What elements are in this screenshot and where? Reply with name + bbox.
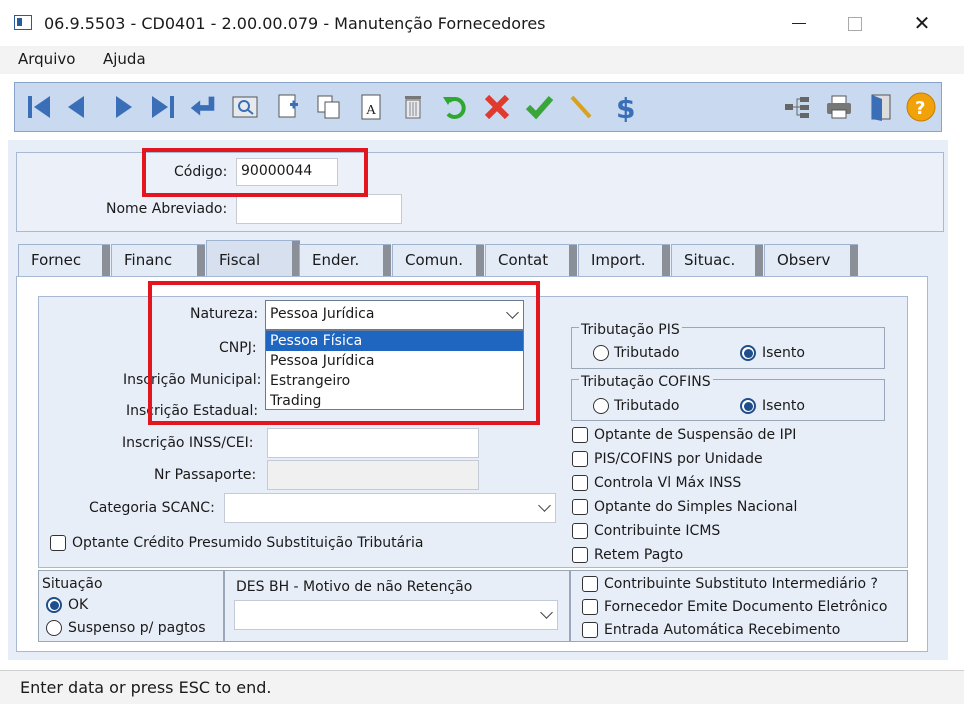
delete-icon[interactable] xyxy=(397,91,429,123)
simples-nacional-checkbox[interactable] xyxy=(572,499,588,515)
contribuinte-icms-label: Contribuinte ICMS xyxy=(594,523,721,539)
toolbar: A $ ? xyxy=(14,82,942,132)
entrada-automatica-checkbox[interactable] xyxy=(582,622,598,638)
pis-tributado-radio[interactable] xyxy=(593,345,609,361)
help-icon[interactable]: ? xyxy=(905,91,937,123)
situacao-suspenso-radio[interactable] xyxy=(46,620,62,636)
cofins-tributado-radio[interactable] xyxy=(593,398,609,414)
retem-pagto-checkbox[interactable] xyxy=(572,547,588,563)
pis-isento-label: Isento xyxy=(762,345,805,361)
simples-nacional-label: Optante do Simples Nacional xyxy=(594,499,798,515)
tributacao-cofins-title: Tributação COFINS xyxy=(579,374,713,390)
tab-financ[interactable]: Financ xyxy=(111,244,205,276)
nr-passaporte-field[interactable] xyxy=(267,460,479,490)
tree-icon[interactable] xyxy=(781,91,813,123)
substituto-intermediario-label: Contribuinte Substituto Intermediário ? xyxy=(604,576,878,592)
highlight-box-codigo xyxy=(142,148,368,197)
des-bh-select[interactable] xyxy=(234,600,558,630)
next-icon[interactable] xyxy=(107,91,139,123)
menu-ajuda[interactable]: Ajuda xyxy=(103,50,146,68)
edit-icon[interactable]: A xyxy=(355,91,387,123)
tab-contat[interactable]: Contat xyxy=(485,244,577,276)
emite-doc-eletronico-label: Fornecedor Emite Documento Eletrônico xyxy=(604,599,888,615)
controla-inss-checkbox[interactable] xyxy=(572,475,588,491)
highlight-box-natureza xyxy=(148,281,540,425)
chevron-down-icon xyxy=(538,499,551,512)
title-bar: 06.9.5503 - CD0401 - 2.00.00.079 - Manut… xyxy=(0,0,964,46)
cancel-icon[interactable] xyxy=(481,91,513,123)
situacao-ok-label: OK xyxy=(68,597,89,613)
controla-inss-label: Controla Vl Máx INSS xyxy=(594,475,742,491)
pencil-icon[interactable] xyxy=(565,91,597,123)
tab-fornec[interactable]: Fornec xyxy=(18,244,110,276)
categoria-scanc-select[interactable] xyxy=(224,493,556,523)
maximize-button[interactable] xyxy=(844,12,868,34)
zoom-icon[interactable] xyxy=(229,91,261,123)
nome-abreviado-label: Nome Abreviado: xyxy=(106,201,228,217)
pis-cofins-unidade-checkbox[interactable] xyxy=(572,451,588,467)
tab-comun[interactable]: Comun. xyxy=(392,244,484,276)
nr-passaporte-label: Nr Passaporte: xyxy=(154,467,257,483)
categoria-scanc-label: Categoria SCANC: xyxy=(89,500,215,516)
confirm-icon[interactable] xyxy=(523,91,555,123)
emite-doc-eletronico-checkbox[interactable] xyxy=(582,599,598,615)
inscricao-inss-field[interactable] xyxy=(267,428,479,458)
situacao-title: Situação xyxy=(42,576,103,592)
chevron-down-icon xyxy=(540,606,553,619)
tab-observ[interactable]: Observ xyxy=(764,244,858,276)
suspensao-ipi-label: Optante de Suspensão de IPI xyxy=(594,427,797,443)
optante-credito-checkbox[interactable] xyxy=(50,535,66,551)
des-bh-label: DES BH - Motivo de não Retenção xyxy=(236,579,473,595)
nome-abreviado-field[interactable] xyxy=(236,194,402,224)
minimize-button[interactable] xyxy=(788,12,812,34)
menu-arquivo[interactable]: Arquivo xyxy=(18,50,75,68)
pis-isento-radio[interactable] xyxy=(740,345,756,361)
tab-situac[interactable]: Situac. xyxy=(671,244,763,276)
status-bar: Enter data or press ESC to end. xyxy=(0,670,964,704)
pis-cofins-unidade-label: PIS/COFINS por Unidade xyxy=(594,451,763,467)
pis-tributado-label: Tributado xyxy=(614,345,680,361)
copy-icon[interactable] xyxy=(313,91,345,123)
suspensao-ipi-checkbox[interactable] xyxy=(572,427,588,443)
situacao-suspenso-label: Suspenso p/ pagtos xyxy=(68,620,206,636)
svg-text:$: $ xyxy=(616,92,635,122)
tab-fiscal[interactable]: Fiscal xyxy=(206,240,300,276)
first-icon[interactable] xyxy=(23,91,55,123)
exit-icon[interactable] xyxy=(865,91,897,123)
cofins-isento-radio[interactable] xyxy=(740,398,756,414)
status-text: Enter data or press ESC to end. xyxy=(20,678,272,697)
retem-pagto-label: Retem Pagto xyxy=(594,547,684,563)
entrada-automatica-label: Entrada Automática Recebimento xyxy=(604,622,841,638)
inscricao-inss-label: Inscrição INSS/CEI: xyxy=(122,435,254,451)
tributacao-pis-title: Tributação PIS xyxy=(579,322,682,338)
undo-icon[interactable] xyxy=(439,91,471,123)
tab-ender[interactable]: Ender. xyxy=(299,244,391,276)
close-button[interactable]: ✕ xyxy=(910,12,934,34)
new-icon[interactable] xyxy=(271,91,303,123)
substituto-intermediario-checkbox[interactable] xyxy=(582,576,598,592)
dollar-icon[interactable]: $ xyxy=(609,91,641,123)
tab-import[interactable]: Import. xyxy=(578,244,670,276)
app-icon xyxy=(14,15,32,30)
last-icon[interactable] xyxy=(147,91,179,123)
svg-text:?: ? xyxy=(915,98,925,119)
prev-icon[interactable] xyxy=(61,91,93,123)
enter-icon[interactable] xyxy=(187,91,219,123)
situacao-ok-radio[interactable] xyxy=(46,597,62,613)
cofins-tributado-label: Tributado xyxy=(614,398,680,414)
optante-credito-label: Optante Crédito Presumido Substituição T… xyxy=(72,535,424,551)
contribuinte-icms-checkbox[interactable] xyxy=(572,523,588,539)
cofins-isento-label: Isento xyxy=(762,398,805,414)
print-icon[interactable] xyxy=(823,91,855,123)
svg-text:A: A xyxy=(366,103,377,118)
window-title: 06.9.5503 - CD0401 - 2.00.00.079 - Manut… xyxy=(44,14,546,33)
